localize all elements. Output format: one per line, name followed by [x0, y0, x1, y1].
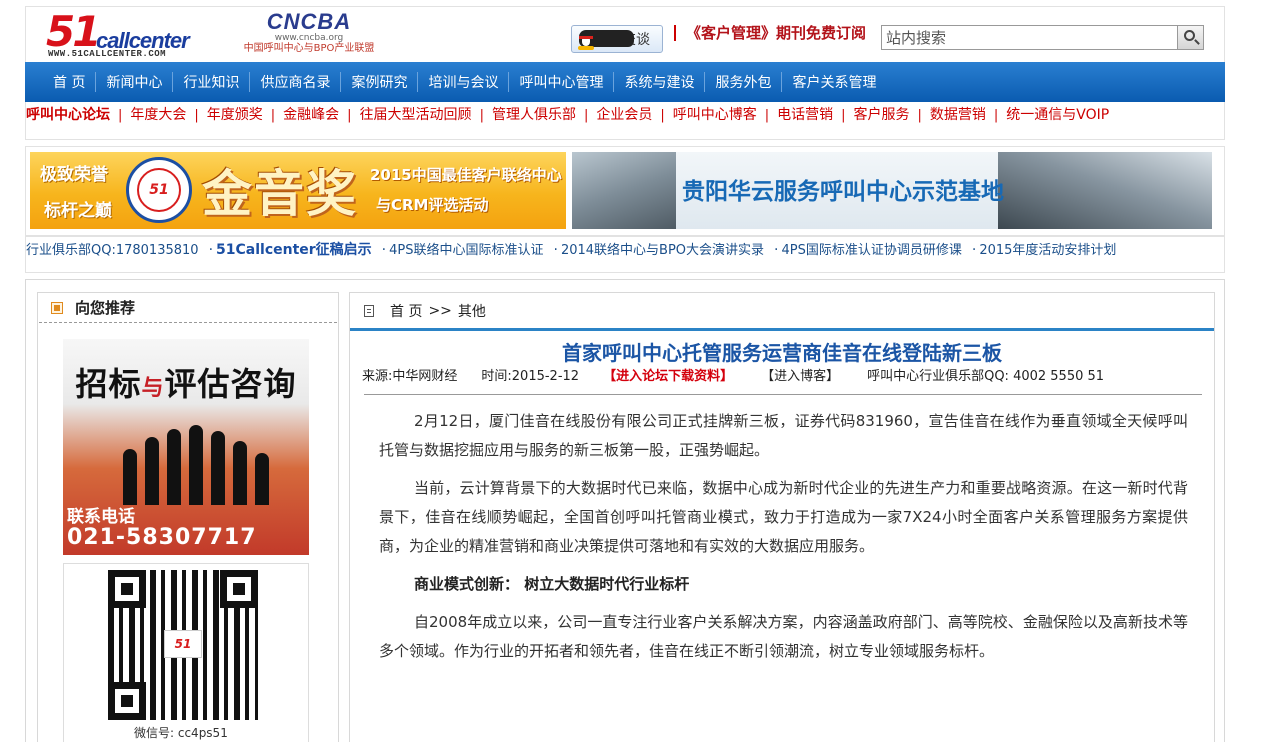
- logo-url-text: WWW.51CALLCENTER.COM: [48, 49, 167, 59]
- call-center-photo-right: [998, 152, 1212, 229]
- subnav-item-telemarketing[interactable]: 电话营销: [777, 107, 833, 123]
- document-icon: [364, 304, 374, 317]
- nav-item-training[interactable]: 培训与会议: [428, 72, 498, 92]
- search-icon: [1184, 30, 1195, 41]
- guiyang-banner-text: 贵阳华云服务呼叫中心示范基地: [682, 179, 1004, 205]
- wechat-qr-code-icon: 51: [108, 570, 258, 720]
- 51callcenter-logo[interactable]: 51 callcenter WWW.51CALLCENTER.COM: [46, 7, 191, 59]
- club-qq-number: 呼叫中心行业俱乐部QQ: 4002 5550 51: [867, 369, 1105, 384]
- cncba-title: CNCBA: [266, 9, 352, 34]
- main-nav: 首 页 新闻中心 行业知识 供应商名录 案例研究 培训与会议 呼叫中心管理 系统…: [25, 62, 1225, 102]
- nav-item-news[interactable]: 新闻中心: [106, 72, 162, 92]
- magazine-subscribe-link[interactable]: 《客户管理》期刊免费订阅: [686, 22, 866, 43]
- nav-item-cases[interactable]: 案例研究: [351, 72, 407, 92]
- ad-headline: 招标与评估咨询: [75, 365, 297, 403]
- banner-row: 极致荣誉 标杆之巅 51 金音奖 2015中国最佳客户联络中心 与CRM评选活动…: [25, 146, 1225, 236]
- nav-item-outsourcing[interactable]: 服务外包: [715, 72, 771, 92]
- qq-penguin-icon: [576, 28, 634, 50]
- forum-download-link[interactable]: 【进入论坛下载资料】: [603, 365, 733, 384]
- page: 51 callcenter WWW.51CALLCENTER.COM CNCBA…: [25, 6, 1225, 742]
- article-paragraph: 自2008年成立以来，公司一直专注行业客户关系解决方案，内容涵盖政府部门、高等院…: [379, 613, 1188, 660]
- article-meta: 来源:中华网财经 时间:2015-2-12 【进入论坛下载资料】 【进入博客】 …: [350, 365, 1214, 384]
- subnav-item-customer-service[interactable]: 客户服务: [854, 107, 910, 123]
- guiyang-base-banner[interactable]: 贵阳华云服务呼叫中心示范基地: [572, 152, 1212, 229]
- breadcrumb-current[interactable]: 其他: [458, 301, 486, 321]
- search-button[interactable]: [1177, 26, 1203, 49]
- nav-item-knowledge[interactable]: 行业知识: [183, 72, 239, 92]
- subnav-item-finance-summit[interactable]: 金融峰会: [283, 107, 339, 123]
- search-input[interactable]: [882, 26, 1177, 49]
- article-paragraph: 2月12日，厦门佳音在线股份有限公司正式挂牌新三板，证券代码831960，宣告佳…: [379, 412, 1188, 459]
- recommend-title: 向您推荐: [75, 299, 136, 317]
- subnav-item-data-marketing[interactable]: 数据营销: [930, 107, 986, 123]
- ticker-link-2015-plan[interactable]: 2015年度活动安排计划: [979, 243, 1116, 258]
- subnav-item-members[interactable]: 企业会员: [596, 107, 652, 123]
- recommend-sidebar: 向您推荐 招标与评估咨询 联系电话 021-58307717 51 微信号: c…: [37, 292, 339, 742]
- nav-item-systems[interactable]: 系统与建设: [624, 72, 694, 92]
- breadcrumb: 首 页 >> 其他: [350, 293, 1214, 331]
- content-frame: 向您推荐 招标与评估咨询 联系电话 021-58307717 51 微信号: c…: [25, 279, 1225, 742]
- cncba-subtitle: 中国呼叫中心与BPO产业联盟: [243, 43, 375, 54]
- site-search: [881, 25, 1204, 50]
- article-body: 2月12日，厦门佳音在线股份有限公司正式挂牌新三板，证券代码831960，宣告佳…: [350, 395, 1214, 666]
- article-panel: 首 页 >> 其他 首家呼叫中心托管服务运营商佳音在线登陆新三板 来源:中华网财…: [349, 292, 1215, 742]
- blog-link[interactable]: 【进入博客】: [761, 365, 839, 384]
- subnav-item-blog[interactable]: 呼叫中心博客: [673, 107, 757, 123]
- breadcrumb-home-link[interactable]: 首 页: [390, 301, 422, 321]
- ticker-link-4ps-course[interactable]: 4PS国际标准认证协调员研修课: [781, 243, 961, 258]
- article-time: 时间:2015-2-12: [481, 369, 580, 384]
- ad-phone-label: 联系电话: [67, 507, 135, 527]
- nav-item-suppliers[interactable]: 供应商名录: [260, 72, 330, 92]
- business-people-icon: [123, 425, 303, 505]
- ad-phone-number: 021-58307717: [67, 525, 257, 550]
- call-center-photo-left: [572, 152, 676, 229]
- ticker-link-2014-conf[interactable]: 2014联络中心与BPO大会演讲实录: [561, 243, 764, 258]
- subnav-item-annual-conf[interactable]: 年度大会: [130, 107, 186, 123]
- breadcrumb-separator: >>: [428, 302, 452, 319]
- cncba-logo[interactable]: CNCBA www.cncba.org 中国呼叫中心与BPO产业联盟: [234, 11, 384, 59]
- banner-award-line1: 2015中国最佳客户联络中心: [370, 166, 562, 184]
- article-source: 来源:中华网财经: [362, 369, 458, 384]
- subnav-item-managers-club[interactable]: 管理人俱乐部: [492, 107, 576, 123]
- ticker-club-qq: 行业俱乐部QQ:1780135810: [26, 243, 199, 258]
- cncba-url: www.cncba.org: [274, 33, 344, 43]
- subnav-item-forum[interactable]: 呼叫中心论坛: [26, 107, 110, 123]
- banner-award-title: 金音奖: [202, 165, 358, 223]
- banner-tag-honor: 极致荣誉: [40, 165, 108, 185]
- article-paragraph: 当前，云计算背景下的大数据时代已来临，数据中心成为新时代企业的先进生产力和重要战…: [379, 479, 1188, 555]
- section-bullet-icon: [51, 301, 63, 314]
- ticker-link-call-for-papers[interactable]: 51Callcenter征稿启示: [216, 242, 372, 258]
- nav-item-home[interactable]: 首 页: [53, 72, 85, 92]
- news-ticker: 行业俱乐部QQ:1780135810 · 51Callcenter征稿启示 · 4PS联…: [25, 236, 1225, 273]
- bidding-consulting-ad[interactable]: 招标与评估咨询 联系电话 021-58307717: [63, 339, 309, 555]
- header-divider: [674, 25, 676, 41]
- qq-chat-button[interactable]: QQ交谈: [571, 25, 663, 53]
- article-subheading: 商业模式创新： 树立大数据时代行业标杆: [414, 575, 690, 593]
- award-medal-icon: 51: [126, 157, 192, 223]
- recommend-header: 向您推荐: [39, 293, 337, 323]
- nav-item-crm[interactable]: 客户关系管理: [792, 72, 876, 92]
- sub-nav: 呼叫中心论坛 | 年度大会 | 年度颁奖 | 金融峰会 | 往届大型活动回顾 | 管理人俱乐部 | 企业…: [25, 102, 1225, 140]
- banner-tag-benchmark: 标杆之巅: [44, 201, 112, 221]
- golden-voice-award-banner[interactable]: 极致荣誉 标杆之巅 51 金音奖 2015中国最佳客户联络中心 与CRM评选活动: [30, 152, 566, 229]
- ticker-link-4ps-cert[interactable]: 4PS联络中心国际标准认证: [389, 243, 543, 258]
- subnav-item-voip[interactable]: 统一通信与VOIP: [1006, 107, 1109, 123]
- banner-award-line2: 与CRM评选活动: [376, 196, 489, 214]
- site-header: 51 callcenter WWW.51CALLCENTER.COM CNCBA…: [25, 6, 1225, 62]
- article-title: 首家呼叫中心托管服务运营商佳音在线登陆新三板: [562, 341, 1002, 365]
- wechat-qr-box: 51 微信号: cc4ps51: [63, 563, 309, 742]
- subnav-item-past-events[interactable]: 往届大型活动回顾: [360, 107, 472, 123]
- wechat-id-caption: 微信号: cc4ps51: [134, 726, 228, 740]
- nav-item-cc-management[interactable]: 呼叫中心管理: [519, 72, 603, 92]
- subnav-item-awards[interactable]: 年度颁奖: [207, 107, 263, 123]
